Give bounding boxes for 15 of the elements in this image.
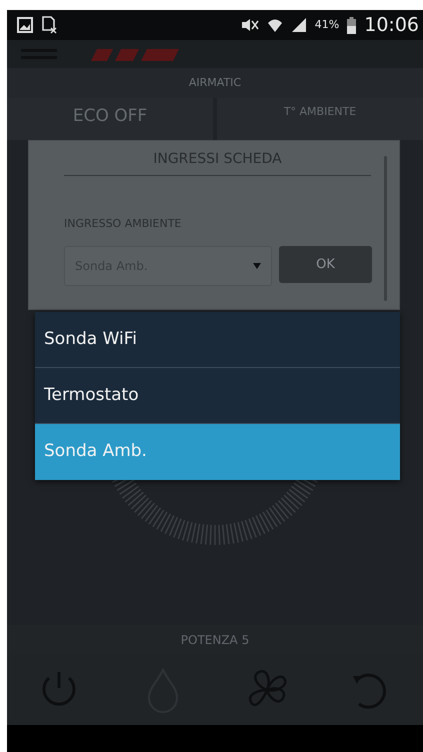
dropdown-option[interactable]: Sonda Amb. xyxy=(35,424,400,480)
battery-percent: 41% xyxy=(314,16,340,33)
sim-card-icon xyxy=(41,16,57,34)
dropdown-option[interactable]: Sonda WiFi xyxy=(35,312,400,368)
wifi-icon xyxy=(266,17,283,33)
gallery-icon xyxy=(17,17,33,33)
eco-label: ECO OFF xyxy=(72,105,148,128)
clock-time: 10:06 xyxy=(364,12,419,38)
ok-button[interactable]: OK xyxy=(279,246,372,283)
ambient-temperature-label: T° AMBIENTE xyxy=(284,104,356,120)
dropdown-caret-icon xyxy=(253,263,261,269)
mode-label: AIRMATIC xyxy=(7,68,423,98)
battery-icon xyxy=(347,16,356,34)
signal-icon xyxy=(290,17,307,33)
dropdown-option[interactable]: Termostato xyxy=(35,368,400,424)
